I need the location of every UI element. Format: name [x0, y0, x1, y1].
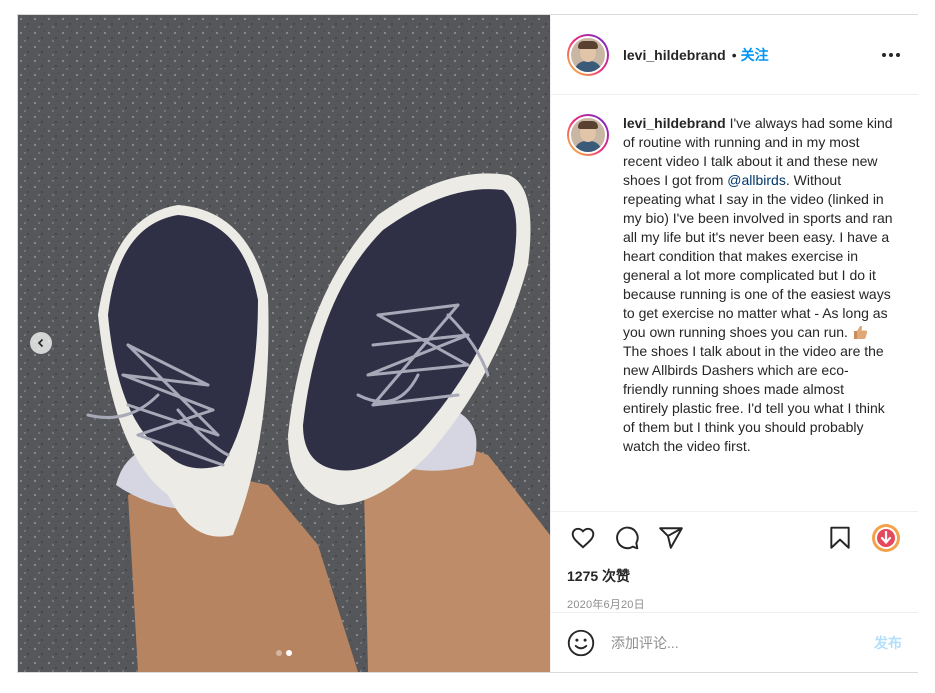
actions-section: 1275 次赞 2020年6月20日	[551, 511, 918, 612]
like-button[interactable]	[567, 522, 599, 554]
post-header: levi_hildebrand • 关注	[551, 15, 918, 95]
avatar[interactable]	[567, 33, 609, 76]
follow-button[interactable]: 关注	[741, 45, 769, 65]
post-sidebar: levi_hildebrand • 关注 levi_hildebrand I'v…	[550, 15, 918, 672]
download-button[interactable]	[870, 522, 902, 554]
caption-text: levi_hildebrand I've always had some kin…	[623, 114, 893, 456]
comment-bubble-icon	[616, 526, 639, 550]
share-button[interactable]	[655, 522, 687, 554]
comment-bar: 发布	[551, 612, 918, 672]
caption-avatar[interactable]	[567, 114, 609, 156]
download-icon	[872, 524, 900, 552]
caption-paragraph-2: The shoes I talk about in the video are …	[623, 343, 885, 454]
shoes-photo	[18, 15, 550, 672]
caption-username[interactable]: levi_hildebrand	[623, 115, 726, 131]
post-image[interactable]	[18, 15, 550, 672]
post-date[interactable]: 2020年6月20日	[567, 596, 902, 612]
separator-dot: •	[731, 46, 737, 63]
likes-count[interactable]: 1275 次赞	[567, 566, 902, 586]
thumbs-up-emoji-icon	[853, 325, 867, 339]
post-dialog: levi_hildebrand • 关注 levi_hildebrand I'v…	[17, 14, 918, 673]
carousel-indicator	[18, 650, 550, 656]
smiley-icon[interactable]	[567, 629, 595, 657]
action-icons	[567, 512, 902, 564]
caption-area[interactable]: levi_hildebrand I've always had some kin…	[551, 96, 918, 510]
caption-body-continued: . Without repeating what I say in the vi…	[623, 172, 893, 340]
heart-icon	[571, 527, 595, 549]
paper-plane-icon	[659, 527, 683, 549]
bookmark-icon	[830, 526, 850, 549]
carousel-dot-active	[286, 650, 292, 656]
header-username[interactable]: levi_hildebrand	[623, 47, 726, 63]
carousel-dot	[276, 650, 282, 656]
comment-input[interactable]	[611, 634, 874, 651]
chevron-left-icon	[37, 338, 44, 348]
carousel-prev-button[interactable]	[30, 332, 52, 354]
mention-link[interactable]: @allbirds	[727, 172, 786, 188]
post-comment-button[interactable]: 发布	[874, 633, 902, 653]
more-options-icon[interactable]	[882, 52, 900, 57]
save-button[interactable]	[824, 522, 856, 554]
comment-button[interactable]	[611, 522, 643, 554]
